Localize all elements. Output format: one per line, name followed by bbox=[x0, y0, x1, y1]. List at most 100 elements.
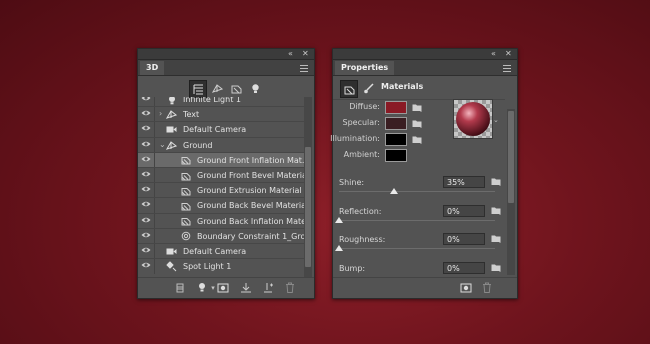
layer-row[interactable]: Ground Back Inflation Mate... bbox=[138, 212, 304, 229]
brush-mode-button[interactable] bbox=[360, 80, 376, 96]
eye-icon[interactable] bbox=[141, 185, 151, 195]
parameter-label: Shine: bbox=[339, 178, 365, 187]
properties-tab-bar: Properties bbox=[333, 60, 517, 76]
eye-icon[interactable] bbox=[141, 124, 151, 134]
trash-icon[interactable] bbox=[283, 281, 297, 294]
parameter-input[interactable]: 35% bbox=[443, 176, 485, 188]
material-icon bbox=[180, 155, 191, 166]
mesh-filter-button[interactable] bbox=[209, 80, 225, 96]
add-constraint-icon[interactable] bbox=[261, 281, 275, 294]
parameter-input[interactable]: 0% bbox=[443, 261, 485, 274]
eye-icon[interactable] bbox=[141, 140, 151, 150]
trash-icon[interactable] bbox=[480, 281, 494, 294]
eye-icon[interactable] bbox=[141, 97, 151, 104]
folder-icon[interactable] bbox=[412, 119, 422, 128]
folder-icon[interactable] bbox=[412, 103, 422, 112]
material-icon bbox=[180, 216, 191, 227]
collapse-icon[interactable]: « bbox=[491, 49, 496, 58]
folder-icon[interactable] bbox=[491, 263, 502, 272]
folder-icon[interactable] bbox=[412, 135, 422, 144]
drop-to-plane-icon[interactable] bbox=[239, 281, 253, 294]
eye-icon[interactable] bbox=[141, 200, 151, 210]
mesh-icon bbox=[211, 83, 223, 93]
tab-3d[interactable]: 3D bbox=[140, 61, 165, 75]
folder-icon[interactable] bbox=[491, 234, 502, 243]
slider-knob[interactable] bbox=[335, 216, 343, 223]
eye-icon[interactable] bbox=[141, 231, 151, 241]
brush-icon bbox=[363, 82, 374, 93]
slider-knob[interactable] bbox=[389, 188, 398, 194]
row-divider bbox=[154, 122, 155, 138]
color-swatch[interactable] bbox=[385, 101, 407, 114]
slider-track[interactable] bbox=[339, 219, 495, 221]
eye-icon[interactable] bbox=[141, 155, 151, 165]
swatch-row: Specular: bbox=[333, 117, 433, 130]
spotlight-icon bbox=[166, 261, 177, 272]
material-icon bbox=[180, 200, 191, 211]
3d-panel: « ✕ 3D Infinite Light 1 › Text Default Came… bbox=[137, 48, 315, 299]
layer-row[interactable]: › Text bbox=[138, 106, 304, 123]
tab-properties[interactable]: Properties bbox=[335, 61, 395, 75]
eye-icon[interactable] bbox=[141, 216, 151, 226]
layer-row[interactable]: Ground Front Inflation Mat... bbox=[138, 151, 304, 168]
material-picker-chevron-icon[interactable]: ⌄ bbox=[493, 108, 502, 132]
scroll-thumb[interactable] bbox=[508, 111, 514, 203]
layer-row[interactable]: Spot Light 1 bbox=[138, 258, 304, 275]
panel-menu-icon[interactable] bbox=[300, 65, 308, 72]
layer-label: Ground Back Bevel Material bbox=[197, 201, 304, 211]
chevron-down-icon[interactable]: ⌄ bbox=[159, 140, 166, 149]
scene-filter-button[interactable] bbox=[189, 80, 207, 98]
light-filter-button[interactable] bbox=[247, 80, 263, 96]
row-divider bbox=[154, 152, 155, 168]
close-icon[interactable]: ✕ bbox=[505, 49, 512, 58]
row-divider bbox=[154, 198, 155, 214]
row-divider bbox=[154, 107, 155, 123]
collapse-icon[interactable]: « bbox=[288, 49, 293, 58]
scene-icon bbox=[193, 84, 203, 94]
folder-icon[interactable] bbox=[491, 206, 502, 215]
layer-row[interactable]: Ground Front Bevel Material bbox=[138, 167, 304, 183]
properties-footer bbox=[333, 277, 517, 298]
slider-track[interactable] bbox=[339, 248, 495, 249]
slider-knob[interactable] bbox=[335, 245, 343, 251]
parameter-input[interactable]: 0% bbox=[443, 233, 485, 245]
row-divider bbox=[154, 244, 155, 259]
slider-track[interactable] bbox=[339, 191, 495, 192]
swatch-label: Diffuse: bbox=[349, 102, 380, 111]
material-icon bbox=[180, 185, 191, 196]
material-mode-button[interactable] bbox=[340, 80, 358, 98]
material-preview[interactable] bbox=[453, 99, 493, 139]
properties-scrollbar[interactable] bbox=[507, 109, 515, 275]
material-filter-button[interactable] bbox=[228, 80, 244, 96]
filter-icon[interactable] bbox=[173, 281, 187, 294]
layer-row[interactable]: ⌄ Ground bbox=[138, 136, 304, 153]
eye-icon[interactable] bbox=[141, 246, 151, 256]
layer-row[interactable]: Ground Back Bevel Material bbox=[138, 197, 304, 214]
layer-row[interactable]: Default Camera bbox=[138, 121, 304, 138]
layer-label: Ground Front Inflation Mat... bbox=[197, 155, 304, 165]
color-swatch[interactable] bbox=[385, 149, 407, 162]
layer-label: Ground bbox=[183, 140, 213, 150]
layer-label: Infinite Light 1 bbox=[183, 97, 241, 104]
chevron-right-icon[interactable]: › bbox=[159, 109, 162, 118]
folder-icon[interactable] bbox=[491, 177, 502, 186]
layer-row[interactable]: Default Camera bbox=[138, 243, 304, 259]
panel-menu-icon[interactable] bbox=[503, 65, 511, 72]
render-icon[interactable] bbox=[216, 281, 230, 294]
scroll-thumb[interactable] bbox=[305, 147, 311, 267]
properties-mode-label: Materials bbox=[381, 82, 424, 91]
layer-row[interactable]: Ground Extrusion Material bbox=[138, 182, 304, 199]
color-swatch[interactable] bbox=[385, 133, 407, 146]
3d-list-scrollbar[interactable] bbox=[304, 97, 312, 277]
color-swatch[interactable] bbox=[385, 117, 407, 130]
eye-icon[interactable] bbox=[141, 261, 151, 271]
parameter-label: Roughness: bbox=[339, 235, 386, 244]
close-icon[interactable]: ✕ bbox=[302, 49, 309, 58]
layer-label: Default Camera bbox=[183, 247, 247, 256]
eye-icon[interactable] bbox=[141, 109, 151, 119]
eye-icon[interactable] bbox=[141, 170, 151, 180]
render-icon[interactable] bbox=[459, 281, 473, 294]
layer-row[interactable]: Boundary Constraint 1_Gro... bbox=[138, 227, 304, 244]
parameter-input[interactable]: 0% bbox=[443, 204, 485, 217]
layer-label: Default Camera bbox=[183, 125, 247, 135]
